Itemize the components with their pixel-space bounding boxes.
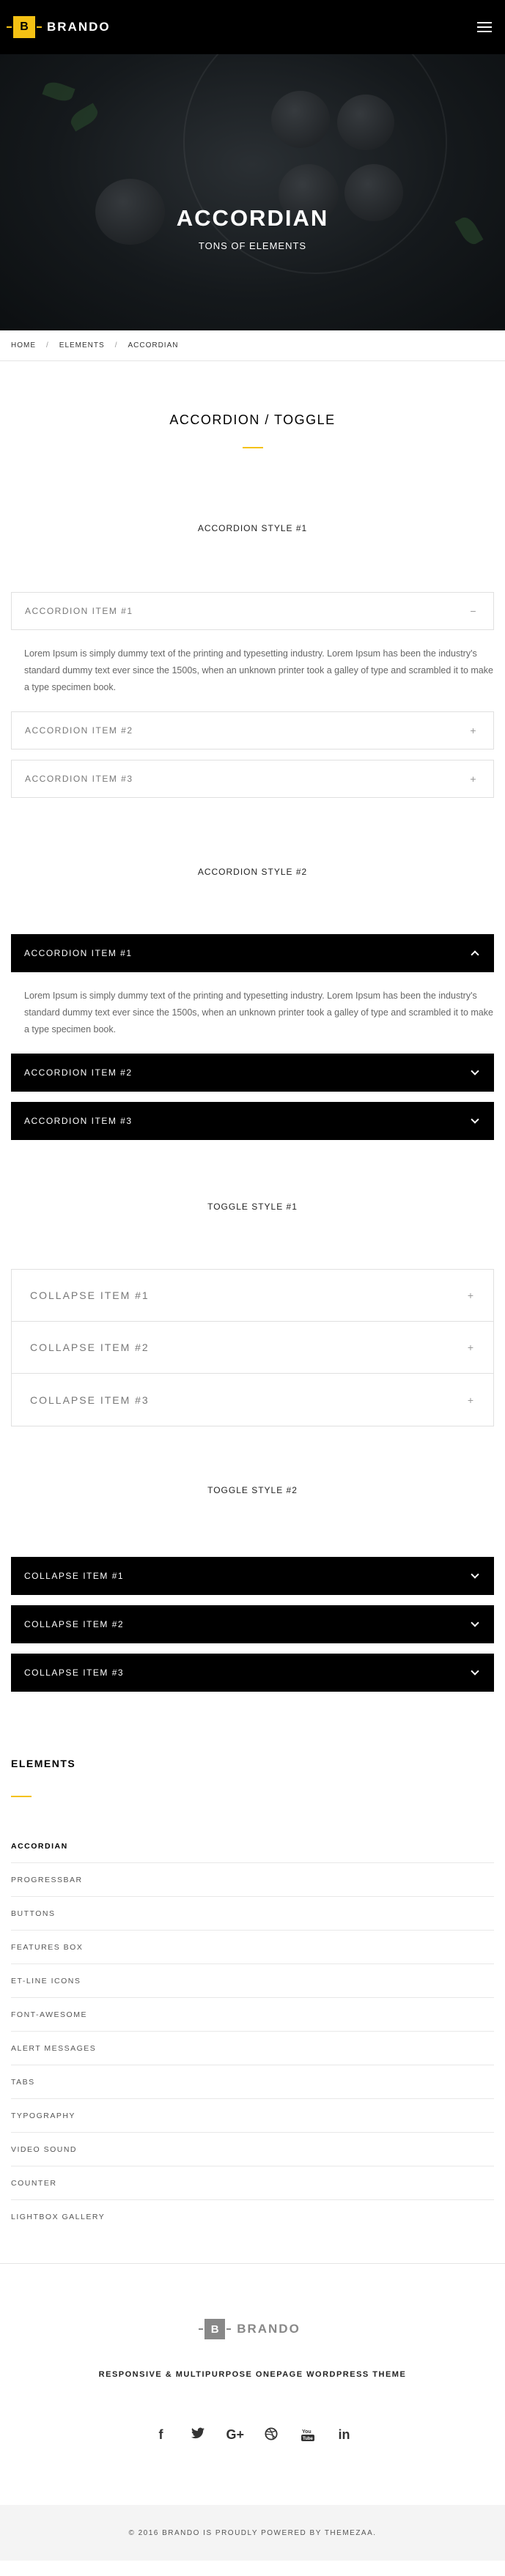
toggle-item-label: COLLAPSE ITEM #2 <box>30 1341 150 1353</box>
accordion-1-item-2[interactable]: ACCORDION ITEM #2 + <box>11 711 494 750</box>
hamburger-icon[interactable] <box>477 22 492 32</box>
toggle-style-2: COLLAPSE ITEM #1 COLLAPSE ITEM #2 COLLAP… <box>0 1557 505 1692</box>
elements-item-counter[interactable]: COUNTER <box>11 2166 494 2200</box>
hero-subtitle: TONS OF ELEMENTS <box>198 240 307 251</box>
breadcrumb-current: ACCORDIAN <box>128 341 179 349</box>
toggle-style-1: COLLAPSE ITEM #1 + COLLAPSE ITEM #2 + CO… <box>0 1269 505 1426</box>
chevron-down-icon <box>471 1067 479 1076</box>
accordion-item-label: ACCORDION ITEM #1 <box>24 948 133 958</box>
google-plus-icon[interactable]: G+ <box>226 2427 245 2446</box>
toggle-item-label: COLLAPSE ITEM #3 <box>24 1668 125 1678</box>
accordion-2-item-2[interactable]: ACCORDION ITEM #2 <box>11 1054 494 1092</box>
accordion-item-label: ACCORDION ITEM #2 <box>25 725 133 736</box>
copyright-bar: © 2016 BRANDO IS PROUDLY POWERED BY THEM… <box>0 2505 505 2561</box>
chevron-down-icon <box>471 1570 479 1579</box>
plus-icon: + <box>467 1394 475 1406</box>
toggle-1-item-3[interactable]: COLLAPSE ITEM #3 + <box>12 1374 493 1426</box>
footer-logo-mark: B <box>199 2319 232 2339</box>
breadcrumb-separator: / <box>46 341 49 349</box>
footer-logo-text: BRANDO <box>237 2322 301 2336</box>
plus-icon: + <box>467 1289 475 1301</box>
toggle-item-label: COLLAPSE ITEM #1 <box>30 1289 150 1301</box>
chevron-down-icon <box>471 1667 479 1676</box>
accordion-style-1-label: ACCORDION STYLE #1 <box>197 523 308 533</box>
chevron-up-icon <box>471 950 479 959</box>
accordion-style-2: ACCORDION ITEM #1 Lorem Ipsum is simply … <box>0 934 505 1140</box>
elements-item-typography[interactable]: TYPOGRAPHY <box>11 2099 494 2133</box>
footer-logo[interactable]: B BRANDO <box>0 2319 505 2339</box>
toggle-2-item-1[interactable]: COLLAPSE ITEM #1 <box>11 1557 494 1595</box>
site-header: B BRANDO <box>0 0 505 54</box>
hero-title: ACCORDIAN <box>176 205 329 231</box>
toggle-2-item-2[interactable]: COLLAPSE ITEM #2 <box>11 1605 494 1643</box>
elements-list: ACCORDIAN PROGRESSBAR BUTTONS FEATURES B… <box>0 1829 505 2234</box>
dribbble-icon[interactable] <box>263 2427 279 2446</box>
toggle-item-label: COLLAPSE ITEM #1 <box>24 1571 125 1581</box>
breadcrumb: HOME / ELEMENTS / ACCORDIAN <box>0 330 505 361</box>
accordion-item-label: ACCORDION ITEM #2 <box>24 1067 133 1078</box>
toggle-style-1-label: TOGGLE STYLE #1 <box>207 1202 298 1212</box>
accordion-1-item-3[interactable]: ACCORDION ITEM #3 + <box>11 760 494 798</box>
elements-item-tabs[interactable]: TABS <box>11 2065 494 2099</box>
svg-text:Tube: Tube <box>303 2437 314 2441</box>
plus-icon: + <box>467 1341 475 1353</box>
chevron-down-icon <box>471 1618 479 1627</box>
plus-icon: + <box>470 773 477 785</box>
breadcrumb-home[interactable]: HOME <box>11 341 36 349</box>
elements-item-video-sound[interactable]: VIDEO SOUND <box>11 2133 494 2166</box>
toggle-style-2-label: TOGGLE STYLE #2 <box>207 1485 298 1495</box>
logo-text: BRANDO <box>47 20 111 34</box>
breadcrumb-separator: / <box>114 341 118 349</box>
toggle-item-label: COLLAPSE ITEM #2 <box>24 1619 125 1629</box>
elements-title: ELEMENTS <box>11 1758 76 1769</box>
elements-item-et-line-icons[interactable]: ET-LINE ICONS <box>11 1964 494 1998</box>
copyright-text: © 2016 BRANDO IS PROUDLY POWERED BY THEM… <box>128 2528 377 2537</box>
elements-item-accordian[interactable]: ACCORDIAN <box>11 1829 494 1863</box>
accordion-1-item-1[interactable]: ACCORDION ITEM #1 − <box>11 592 494 630</box>
accordion-item-label: ACCORDION ITEM #1 <box>25 606 133 616</box>
youtube-icon[interactable]: You Tube <box>300 2427 316 2446</box>
accordion-style-1: ACCORDION ITEM #1 − Lorem Ipsum is simpl… <box>0 592 505 798</box>
footer-tagline: RESPONSIVE & MULTIPURPOSE ONEPAGE WORDPR… <box>98 2370 407 2379</box>
accordion-1-panel-text: Lorem Ipsum is simply dummy text of the … <box>24 648 493 692</box>
accordion-style-2-label: ACCORDION STYLE #2 <box>197 867 308 877</box>
elements-item-buttons[interactable]: BUTTONS <box>11 1897 494 1931</box>
elements-item-lightbox-gallery[interactable]: LIGHTBOX GALLERY <box>11 2200 494 2234</box>
accordion-2-item-3[interactable]: ACCORDION ITEM #3 <box>11 1102 494 1140</box>
toggle-2-item-3[interactable]: COLLAPSE ITEM #3 <box>11 1654 494 1692</box>
elements-item-features-box[interactable]: FEATURES BOX <box>11 1931 494 1964</box>
minus-icon: − <box>470 605 477 617</box>
accordion-item-label: ACCORDION ITEM #3 <box>25 774 133 784</box>
plus-icon: + <box>470 725 477 736</box>
site-footer: B BRANDO RESPONSIVE & MULTIPURPOSE ONEPA… <box>0 2263 505 2505</box>
toggle-1-item-2[interactable]: COLLAPSE ITEM #2 + <box>12 1322 493 1374</box>
linkedin-icon[interactable]: in <box>336 2427 353 2446</box>
site-logo[interactable]: B BRANDO <box>7 16 111 38</box>
elements-item-progressbar[interactable]: PROGRESSBAR <box>11 1863 494 1897</box>
svg-text:You: You <box>302 2429 312 2435</box>
title-divider <box>242 447 263 448</box>
toggle-item-label: COLLAPSE ITEM #3 <box>30 1394 150 1406</box>
toggle-1-item-1[interactable]: COLLAPSE ITEM #1 + <box>12 1270 493 1322</box>
social-links: f G+ You Tube in <box>0 2427 505 2446</box>
hero-banner: ACCORDIAN TONS OF ELEMENTS <box>0 54 505 330</box>
accordion-item-label: ACCORDION ITEM #3 <box>24 1116 133 1126</box>
elements-item-font-awesome[interactable]: FONT-AWESOME <box>11 1998 494 2032</box>
chevron-down-icon <box>471 1115 479 1124</box>
facebook-icon[interactable]: f <box>153 2427 169 2446</box>
accordion-2-panel-text: Lorem Ipsum is simply dummy text of the … <box>24 991 493 1035</box>
twitter-icon[interactable] <box>190 2427 206 2446</box>
breadcrumb-elements[interactable]: ELEMENTS <box>59 341 105 349</box>
page-title: ACCORDION / TOGGLE <box>169 412 336 427</box>
logo-mark: B <box>7 16 42 38</box>
elements-divider <box>11 1796 32 1797</box>
elements-item-alert-messages[interactable]: ALERT MESSAGES <box>11 2032 494 2065</box>
accordion-2-item-1[interactable]: ACCORDION ITEM #1 <box>11 934 494 972</box>
